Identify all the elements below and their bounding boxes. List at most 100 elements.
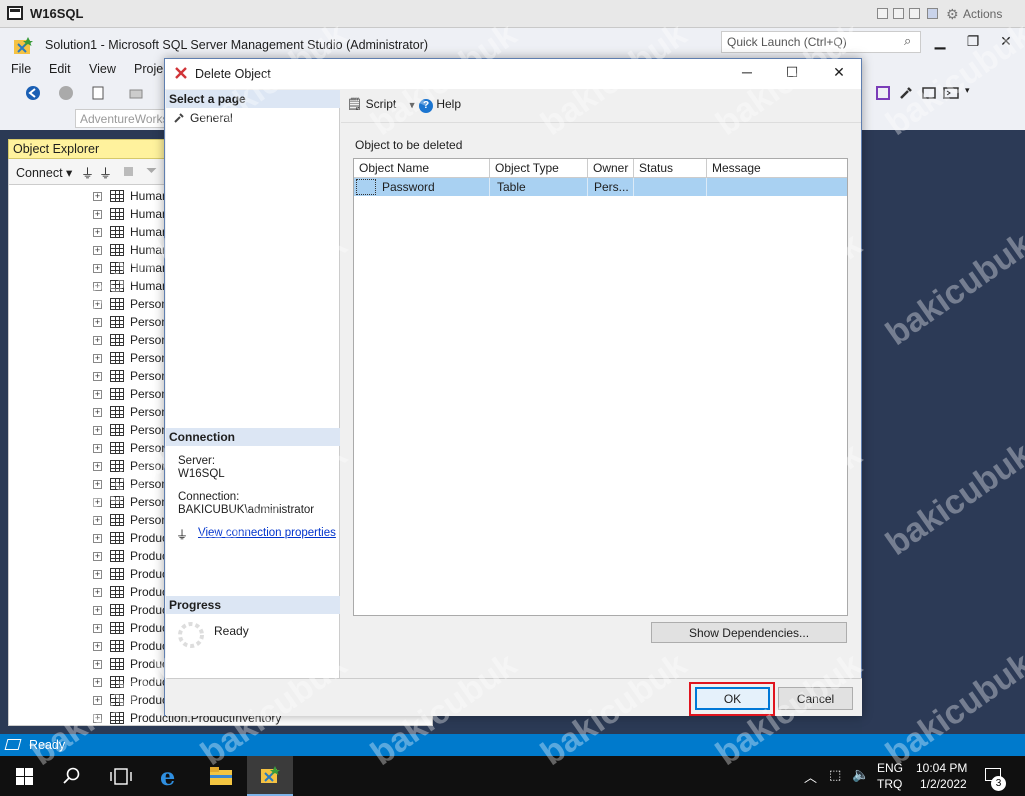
menu-edit[interactable]: Edit	[49, 62, 71, 76]
terminal-icon[interactable]	[943, 85, 959, 101]
network-icon[interactable]: ⬚	[829, 767, 841, 783]
menu-view[interactable]: View	[89, 62, 116, 76]
quick-launch-input[interactable]: Quick Launch (Ctrl+Q) ⌕	[721, 31, 921, 53]
restore-button[interactable]: ❐	[963, 33, 983, 51]
toolbar-overflow-icon[interactable]: ▾	[965, 85, 970, 96]
minimize-button[interactable]: ▁	[930, 33, 950, 51]
expand-icon[interactable]: +	[93, 336, 102, 345]
expand-icon[interactable]: +	[93, 210, 102, 219]
view-connection-properties-link[interactable]: View connection properties	[198, 527, 336, 539]
vm-minimize-icon[interactable]	[877, 8, 888, 19]
expand-icon[interactable]: +	[93, 498, 102, 507]
connect-button[interactable]: Connect ▾	[16, 165, 72, 180]
gear-icon[interactable]: ⚙	[946, 6, 959, 23]
disconnect-icon[interactable]: ⏚	[99, 163, 112, 182]
wrench-icon[interactable]	[898, 85, 914, 101]
new-item-icon[interactable]	[90, 85, 106, 101]
close-button[interactable]: ✕	[996, 33, 1016, 51]
vm-flag-icon[interactable]	[927, 8, 938, 19]
column-object-type[interactable]: Object Type	[490, 159, 588, 178]
expand-icon[interactable]: +	[93, 696, 102, 705]
expand-icon[interactable]: +	[93, 264, 102, 273]
page-general[interactable]: General	[190, 111, 233, 125]
connection-header: Connection	[166, 428, 340, 446]
column-status[interactable]: Status	[634, 159, 707, 178]
internet-explorer-icon[interactable]: e	[160, 762, 175, 791]
column-owner[interactable]: Owner	[588, 159, 634, 178]
database-combo[interactable]: AdventureWorks	[75, 109, 168, 128]
objects-grid[interactable]: Object Name Object Type Owner Status Mes…	[353, 158, 848, 616]
expand-icon[interactable]: +	[93, 642, 102, 651]
expand-icon[interactable]: +	[93, 480, 102, 489]
column-message[interactable]: Message	[707, 159, 847, 178]
column-object-name[interactable]: Object Name	[354, 159, 490, 178]
cell-object-type[interactable]: Table	[490, 178, 588, 196]
ok-button[interactable]: OK	[695, 687, 770, 710]
expand-icon[interactable]: +	[93, 282, 102, 291]
query-icon[interactable]	[875, 85, 891, 101]
properties-icon[interactable]	[921, 85, 937, 101]
status-icon	[4, 739, 22, 750]
volume-muted-icon[interactable]: 🔈	[852, 766, 869, 783]
dialog-minimize-button[interactable]: ─	[735, 64, 759, 84]
windows-start-icon[interactable]	[16, 768, 33, 785]
clock-time[interactable]: 10:04 PM	[916, 761, 967, 775]
help-button[interactable]: ? Help	[419, 97, 461, 113]
expand-icon[interactable]: +	[93, 678, 102, 687]
expand-icon[interactable]: +	[93, 444, 102, 453]
expand-icon[interactable]: +	[93, 660, 102, 669]
expand-icon[interactable]: +	[93, 246, 102, 255]
expand-icon[interactable]: +	[93, 318, 102, 327]
script-button[interactable]: 🗒 Script ▼	[347, 97, 417, 111]
cell-owner[interactable]: Pers...	[588, 178, 634, 196]
expand-icon[interactable]: +	[93, 606, 102, 615]
tree-node-label: Produc	[130, 549, 169, 563]
open-icon[interactable]	[128, 85, 144, 101]
cancel-button[interactable]: Cancel	[778, 687, 853, 710]
language-bottom[interactable]: TRQ	[877, 777, 902, 791]
task-view-icon[interactable]	[110, 768, 132, 785]
expand-icon[interactable]: +	[93, 462, 102, 471]
stop-icon[interactable]	[124, 167, 133, 176]
expand-icon[interactable]: +	[93, 714, 102, 723]
expand-icon[interactable]: +	[93, 228, 102, 237]
menu-project[interactable]: Proje	[134, 62, 163, 76]
menu-file[interactable]: File	[11, 62, 31, 76]
expand-icon[interactable]: +	[93, 570, 102, 579]
show-dependencies-button[interactable]: Show Dependencies...	[651, 622, 847, 643]
expand-icon[interactable]: +	[93, 426, 102, 435]
forward-icon[interactable]	[58, 85, 74, 101]
vm-fullscreen-icon[interactable]	[909, 8, 920, 19]
language-top[interactable]: ENG	[877, 761, 903, 775]
cell-message[interactable]	[707, 178, 847, 196]
cell-status[interactable]	[634, 178, 707, 196]
expand-icon[interactable]: +	[93, 534, 102, 543]
expand-icon[interactable]: +	[93, 624, 102, 633]
expand-icon[interactable]: +	[93, 552, 102, 561]
search-icon[interactable]: ⌕	[904, 33, 911, 49]
expand-icon[interactable]: +	[93, 372, 102, 381]
search-icon[interactable]	[63, 767, 81, 785]
expand-icon[interactable]: +	[93, 300, 102, 309]
vm-restore-icon[interactable]	[893, 8, 904, 19]
dialog-button-bar: OK Cancel	[166, 678, 862, 716]
dialog-maximize-button[interactable]: ☐	[780, 64, 804, 84]
file-explorer-icon[interactable]	[209, 766, 233, 786]
expand-icon[interactable]: +	[93, 354, 102, 363]
expand-icon[interactable]: +	[93, 408, 102, 417]
ssms-taskbar-button[interactable]	[247, 756, 293, 796]
back-icon[interactable]	[25, 85, 41, 101]
wrench-icon	[174, 113, 184, 123]
dialog-close-button[interactable]: ✕	[827, 64, 851, 84]
plug-icon[interactable]: ⏚	[81, 163, 94, 182]
table-icon	[110, 226, 124, 238]
expand-icon[interactable]: +	[93, 192, 102, 201]
filter-icon[interactable]: ⏷	[146, 162, 157, 179]
vm-actions-button[interactable]: Actions	[963, 7, 1002, 21]
chevron-up-icon[interactable]: ︿	[804, 767, 817, 786]
row-selector[interactable]	[356, 179, 376, 195]
expand-icon[interactable]: +	[93, 516, 102, 525]
clock-date[interactable]: 1/2/2022	[920, 777, 967, 791]
expand-icon[interactable]: +	[93, 588, 102, 597]
expand-icon[interactable]: +	[93, 390, 102, 399]
